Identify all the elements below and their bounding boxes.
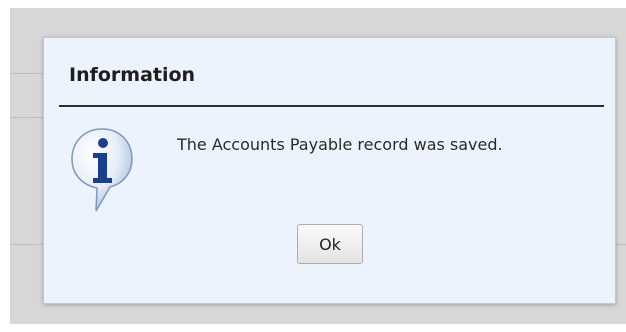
information-dialog: Information The Accounts Payable record … [43, 37, 616, 304]
dialog-message: The Accounts Payable record was saved. [177, 135, 503, 154]
background-divider [10, 117, 43, 118]
ok-button[interactable]: Ok [297, 224, 363, 264]
info-icon [71, 128, 133, 212]
title-divider [59, 105, 604, 107]
background-divider [10, 244, 43, 245]
background-divider [10, 73, 43, 74]
background-divider [616, 244, 626, 245]
dialog-title: Information [69, 64, 196, 86]
